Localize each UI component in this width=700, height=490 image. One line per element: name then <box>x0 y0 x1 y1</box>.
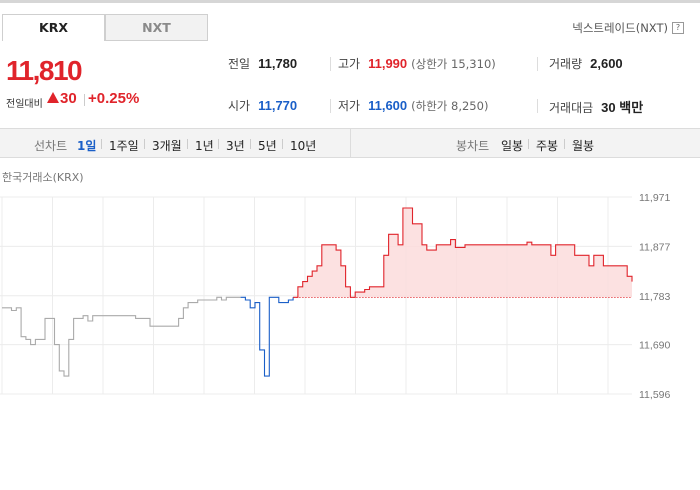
divider <box>330 99 331 113</box>
y-tick-label: 11,596 <box>639 389 670 400</box>
divider <box>537 99 538 113</box>
session-area-fill <box>293 208 632 298</box>
divider <box>250 139 251 149</box>
lower-limit: (하한가 8,250) <box>411 99 489 113</box>
stat-value: 11,600 <box>368 98 408 113</box>
divider <box>187 139 188 149</box>
nxt-link-label[interactable]: 넥스트레이드(NXT) <box>572 20 668 36</box>
up-arrow-icon <box>47 92 59 103</box>
y-tick-label: 11,690 <box>639 340 670 352</box>
candle-daily[interactable]: 일봉 <box>501 137 523 154</box>
stat-label: 시가 <box>228 99 251 113</box>
candle-chart-label: 봉차트 <box>456 139 490 153</box>
chart-toolbar: 선차트 1일 1주일 3개월 1년 3년 5년 10년 봉차트 일봉 주봉 월봉 <box>0 128 700 158</box>
current-price: 11,810 <box>6 55 83 86</box>
change-label: 전일대비 <box>6 99 43 110</box>
stat-label: 거래대금 <box>549 101 594 115</box>
stat-high: 고가 11,990 (상한가 15,310) <box>338 55 496 72</box>
stat-label: 거래량 <box>549 57 583 71</box>
stat-open: 시가 11,770 <box>228 97 297 114</box>
period-10y[interactable]: 10년 <box>290 137 316 154</box>
y-tick-label: 11,783 <box>639 291 670 303</box>
divider <box>330 57 331 71</box>
tab-krx[interactable]: KRX <box>2 14 105 41</box>
stat-value: 30 백만 <box>601 100 644 115</box>
period-3y[interactable]: 3년 <box>226 137 245 154</box>
period-5y[interactable]: 5년 <box>258 137 277 154</box>
tab-nxt[interactable]: NXT <box>105 14 208 41</box>
nxt-link[interactable]: 넥스트레이드(NXT) ? <box>572 20 684 36</box>
y-tick-label: 11,971 <box>639 192 670 204</box>
stat-low: 저가 11,600 (하한가 8,250) <box>338 97 488 114</box>
divider <box>101 139 102 149</box>
stat-label: 전일 <box>228 57 251 71</box>
divider <box>144 139 145 149</box>
series-line-open-dip <box>240 296 294 377</box>
change-percent: +0.25% <box>88 90 140 107</box>
stat-label: 고가 <box>338 57 361 71</box>
line-chart-label: 선차트 <box>34 139 68 153</box>
divider <box>528 139 529 149</box>
stat-prev-close: 전일 11,780 <box>228 55 297 72</box>
stat-amount: 거래대금 30 백만 <box>549 97 643 116</box>
candle-monthly[interactable]: 월봉 <box>572 137 594 154</box>
y-axis-ticks: 11,971 11,877 11,783 11,690 11,596 <box>639 192 670 400</box>
top-border <box>0 0 700 3</box>
help-icon[interactable]: ? <box>672 22 684 34</box>
candle-weekly[interactable]: 주봉 <box>536 137 558 154</box>
toolbar-divider <box>350 129 351 158</box>
stat-value: 2,600 <box>590 56 623 71</box>
divider <box>282 139 283 149</box>
period-3m[interactable]: 3개월 <box>152 137 182 154</box>
period-1d[interactable]: 1일 <box>77 137 96 154</box>
price-chart: 11,971 11,877 11,783 11,690 11,596 <box>0 192 670 400</box>
chart-fill <box>293 208 632 298</box>
period-1y[interactable]: 1년 <box>195 137 214 154</box>
change-value: 30 <box>60 90 77 107</box>
stat-value: 11,780 <box>258 56 298 71</box>
stat-label: 저가 <box>338 99 361 113</box>
stat-value: 11,990 <box>368 56 408 71</box>
period-1w[interactable]: 1주일 <box>109 137 139 154</box>
divider <box>218 139 219 149</box>
change-divider <box>84 94 85 106</box>
y-tick-label: 11,877 <box>639 241 670 253</box>
divider <box>564 139 565 149</box>
stat-volume: 거래량 2,600 <box>549 55 623 72</box>
divider <box>537 57 538 71</box>
series-line-before-session <box>2 296 241 377</box>
stat-value: 11,770 <box>258 98 298 113</box>
upper-limit: (상한가 15,310) <box>411 57 496 71</box>
